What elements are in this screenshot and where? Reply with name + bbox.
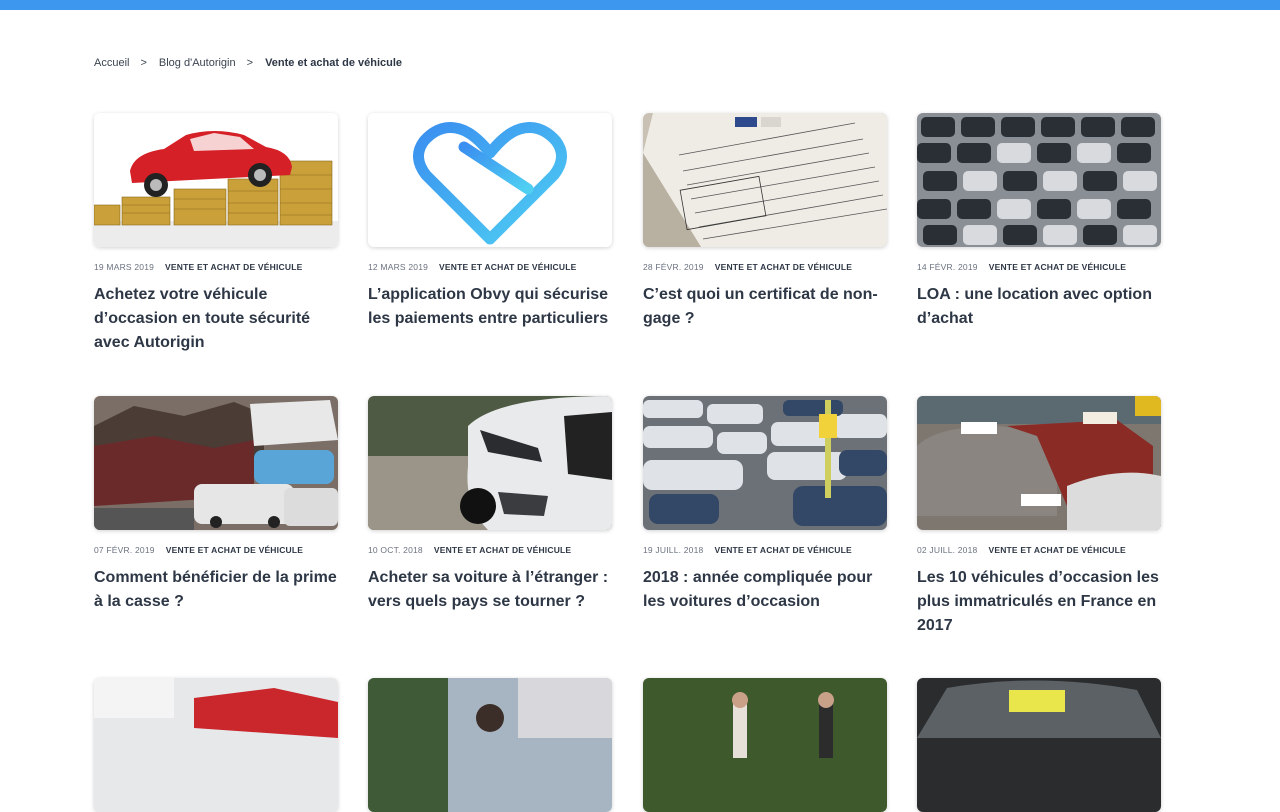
article-date: 19 MARS 2019: [94, 262, 155, 272]
article-date: 28 FÉVR. 2019: [643, 262, 704, 272]
article-thumbnail[interactable]: [94, 678, 338, 812]
article-title[interactable]: C’est quoi un certificat de non-gage ?: [643, 283, 888, 331]
article-title[interactable]: Acheter sa voiture à l’étranger : vers q…: [368, 566, 613, 614]
article-card[interactable]: [368, 678, 613, 812]
article-card[interactable]: 19 JUILL. 2018 VENTE ET ACHAT DE VÉHICUL…: [643, 396, 888, 614]
dealer-lot-diesel-image: [917, 396, 1161, 530]
article-title[interactable]: LOA : une location avec option d’achat: [917, 283, 1162, 331]
people-with-car-image: [368, 678, 612, 812]
article-category[interactable]: VENTE ET ACHAT DE VÉHICULE: [715, 262, 852, 272]
article-card[interactable]: 10 OCT. 2018 VENTE ET ACHAT DE VÉHICULE …: [368, 396, 613, 614]
breadcrumb-blog[interactable]: Blog d'Autorigin: [159, 57, 236, 69]
article-card[interactable]: [643, 678, 888, 812]
article-thumbnail[interactable]: [94, 396, 338, 530]
obvy-heart-logo-image: [368, 113, 612, 247]
article-title[interactable]: Comment bénéficier de la prime à la cass…: [94, 566, 339, 614]
article-thumbnail[interactable]: [368, 678, 612, 812]
article-title[interactable]: Les 10 véhicules d’occasion les plus imm…: [917, 566, 1162, 638]
article-thumbnail[interactable]: [643, 396, 887, 530]
red-car-on-coins-image: [94, 113, 338, 247]
article-thumbnail[interactable]: [643, 113, 887, 247]
breadcrumb-home[interactable]: Accueil: [94, 57, 129, 69]
parking-lot-cars-image: [917, 113, 1161, 247]
article-category[interactable]: VENTE ET ACHAT DE VÉHICULE: [988, 545, 1125, 555]
article-thumbnail[interactable]: [917, 396, 1161, 530]
article-thumbnail[interactable]: [94, 113, 338, 247]
article-card[interactable]: [94, 678, 339, 812]
white-car-front-image: [368, 396, 612, 530]
article-thumbnail[interactable]: [368, 396, 612, 530]
article-category[interactable]: VENTE ET ACHAT DE VÉHICULE: [714, 545, 851, 555]
article-date: 12 MARS 2019: [368, 262, 429, 272]
breadcrumb-current: Vente et achat de véhicule: [265, 57, 403, 69]
outdoor-people-image: [643, 678, 887, 812]
article-card[interactable]: 14 FÉVR. 2019 VENTE ET ACHAT DE VÉHICULE…: [917, 113, 1162, 331]
article-category[interactable]: VENTE ET ACHAT DE VÉHICULE: [165, 262, 302, 272]
article-card[interactable]: 28 FÉVR. 2019 VENTE ET ACHAT DE VÉHICULE…: [643, 113, 888, 331]
article-date: 19 JUILL. 2018: [643, 545, 704, 555]
price-windshield-image: [917, 678, 1161, 812]
article-card[interactable]: [917, 678, 1162, 812]
article-thumbnail[interactable]: [917, 678, 1161, 812]
article-thumbnail[interactable]: [368, 113, 612, 247]
car-rear-image: [94, 678, 338, 812]
article-title[interactable]: L’application Obvy qui sécurise les paie…: [368, 283, 613, 331]
top-accent-bar: [0, 0, 1280, 10]
breadcrumb-separator: >: [246, 57, 254, 69]
used-car-lot-image: [643, 396, 887, 530]
article-card[interactable]: 12 MARS 2019 VENTE ET ACHAT DE VÉHICULE …: [368, 113, 613, 331]
article-card[interactable]: 07 FÉVR. 2019 VENTE ET ACHAT DE VÉHICULE…: [94, 396, 339, 614]
breadcrumb: Accueil > Blog d'Autorigin > Vente et ac…: [94, 57, 402, 69]
article-card[interactable]: 02 JUILL. 2018 VENTE ET ACHAT DE VÉHICUL…: [917, 396, 1162, 638]
article-category[interactable]: VENTE ET ACHAT DE VÉHICULE: [989, 262, 1126, 272]
breadcrumb-separator: >: [140, 57, 147, 69]
article-date: 02 JUILL. 2018: [917, 545, 978, 555]
article-title[interactable]: 2018 : année compliquée pour les voiture…: [643, 566, 888, 614]
article-date: 14 FÉVR. 2019: [917, 262, 978, 272]
article-category[interactable]: VENTE ET ACHAT DE VÉHICULE: [434, 545, 571, 555]
article-category[interactable]: VENTE ET ACHAT DE VÉHICULE: [166, 545, 303, 555]
certificate-document-image: [643, 113, 887, 247]
article-thumbnail[interactable]: [917, 113, 1161, 247]
article-card[interactable]: 19 MARS 2019 VENTE ET ACHAT DE VÉHICULE …: [94, 113, 339, 355]
article-date: 10 OCT. 2018: [368, 545, 423, 555]
article-category[interactable]: VENTE ET ACHAT DE VÉHICULE: [439, 262, 576, 272]
article-thumbnail[interactable]: [643, 678, 887, 812]
article-date: 07 FÉVR. 2019: [94, 545, 155, 555]
article-title[interactable]: Achetez votre véhicule d’occasion en tou…: [94, 283, 339, 355]
scrapyard-cars-image: [94, 396, 338, 530]
